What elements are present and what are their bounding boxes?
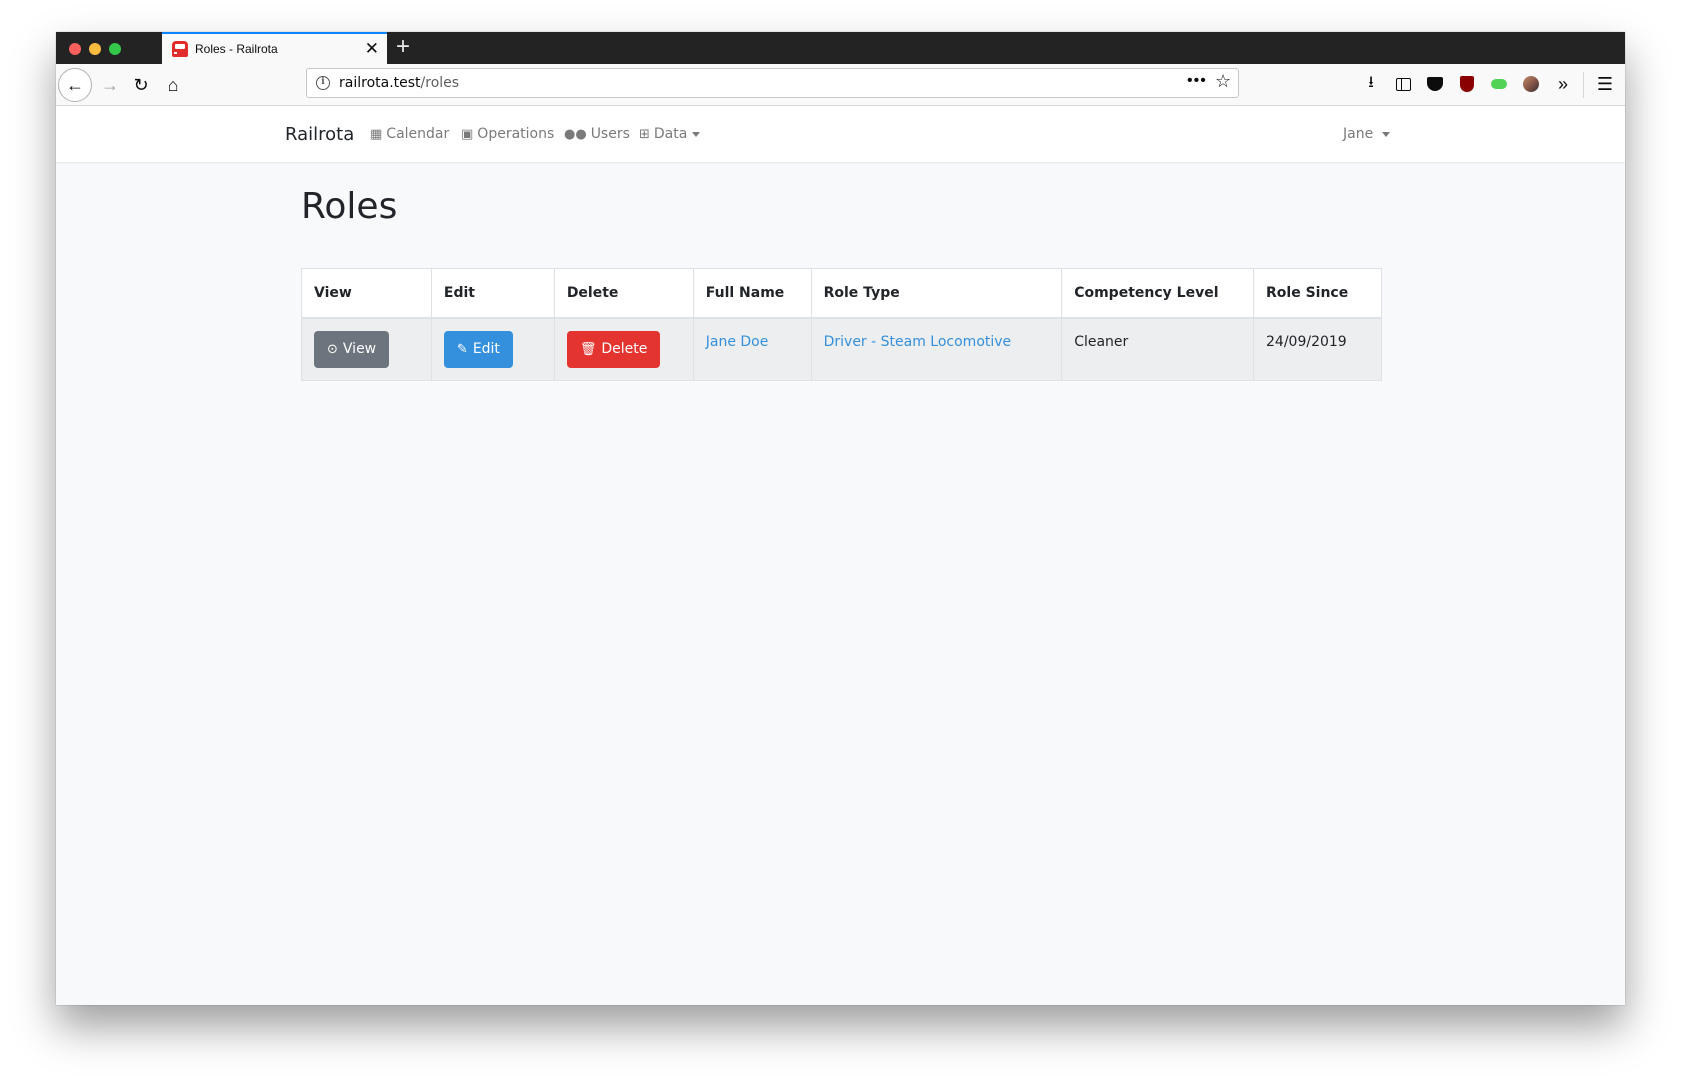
table-icon: ⊞ <box>639 126 650 142</box>
home-button[interactable]: ⌂ <box>156 68 190 102</box>
column-header: Delete <box>553 268 694 319</box>
column-header: Full Name <box>692 268 812 319</box>
view-button-label: View <box>342 341 377 358</box>
new-tab-button[interactable]: + <box>396 33 410 61</box>
overflow-menu-icon[interactable]: » <box>1552 73 1574 95</box>
roles-table: View Edit Delete Full Name Role Type Com… <box>301 268 1382 381</box>
full-name-link[interactable]: Jane Doe <box>706 334 769 350</box>
users-icon: ●● <box>564 126 587 142</box>
column-header: Edit <box>430 268 555 319</box>
nav-data-label: Data <box>653 126 688 142</box>
delete-button[interactable]: 🗑 Delete <box>566 330 661 368</box>
nav-calendar-label: Calendar <box>386 126 450 142</box>
site-info-icon[interactable]: i <box>316 76 330 90</box>
binoculars-icon: ⊙ <box>327 341 338 357</box>
nav-data-dropdown[interactable]: ⊞ Data <box>639 126 701 142</box>
forward-button[interactable]: → <box>93 68 127 102</box>
view-button[interactable]: ⊙ View <box>314 330 390 368</box>
nav-operations-label: Operations <box>477 126 555 142</box>
column-header: Role Type <box>810 268 1063 319</box>
address-bar[interactable]: i railrota.test/roles ••• ☆ <box>306 68 1239 98</box>
edit-button-label: Edit <box>472 341 500 358</box>
nav-users[interactable]: ●● Users <box>564 126 630 142</box>
browser-toolbar: ← → ↻ ⌂ i railrota.test/roles ••• ☆ ⭳ » … <box>56 64 1625 106</box>
close-tab-icon[interactable]: ✕ <box>365 39 379 59</box>
column-header: Role Since <box>1253 268 1382 319</box>
account-avatar-icon[interactable] <box>1520 73 1542 95</box>
toolbar-divider <box>1583 72 1584 98</box>
page-content: Railrota ▦ Calendar ▣ Operations ●● User… <box>56 106 1625 1005</box>
user-menu-dropdown[interactable]: Jane <box>1343 126 1391 142</box>
download-icon[interactable]: ⭳ <box>1360 73 1382 95</box>
competency-level-cell: Cleaner <box>1061 317 1254 381</box>
trash-icon: 🗑 <box>579 341 597 357</box>
url-path: /roles <box>420 75 460 91</box>
browser-window: Roles - Railrota ✕ + ← → ↻ ⌂ i railrota.… <box>56 32 1625 1005</box>
minimize-window-button[interactable] <box>89 43 101 55</box>
pocket-icon[interactable] <box>1424 73 1446 95</box>
brand-link[interactable]: Railrota <box>285 124 354 145</box>
chevron-down-icon <box>1382 131 1391 137</box>
url-text[interactable]: railrota.test/roles <box>339 75 459 91</box>
page-actions-icon[interactable]: ••• <box>1187 72 1207 90</box>
column-header: View <box>301 268 432 319</box>
close-window-button[interactable] <box>69 43 81 55</box>
url-host: railrota.test <box>339 75 421 91</box>
tab-title: Roles - Railrota <box>195 42 278 56</box>
edit-button[interactable]: ✎ Edit <box>443 330 513 368</box>
table-row: ⊙ View ✎ Edit 🗑 Delete Jane Doe Driver -… <box>301 317 1382 381</box>
user-name: Jane <box>1343 126 1374 142</box>
nav-operations[interactable]: ▣ Operations <box>461 126 554 142</box>
view-cell: ⊙ View <box>301 317 432 381</box>
page-title: Roles <box>301 186 398 227</box>
back-button[interactable]: ← <box>58 68 92 102</box>
column-header: Competency Level <box>1061 268 1254 319</box>
nav-calendar[interactable]: ▦ Calendar <box>370 126 449 142</box>
hamburger-menu-icon[interactable]: ☰ <box>1594 73 1616 95</box>
ublock-icon[interactable] <box>1456 73 1478 95</box>
tab-strip: Roles - Railrota ✕ + <box>56 32 1625 64</box>
role-since-cell: 24/09/2019 <box>1253 317 1382 381</box>
bookmark-star-icon[interactable]: ☆ <box>1215 71 1231 92</box>
edit-cell: ✎ Edit <box>430 317 555 381</box>
maximize-window-button[interactable] <box>109 43 121 55</box>
sidebar-icon[interactable] <box>1392 73 1414 95</box>
extension-icon[interactable] <box>1488 73 1510 95</box>
train-icon: ▣ <box>461 126 474 142</box>
nav-users-label: Users <box>590 126 630 142</box>
role-type-cell: Driver - Steam Locomotive <box>810 317 1063 381</box>
delete-button-label: Delete <box>601 341 648 358</box>
railrota-favicon-icon <box>172 41 192 57</box>
reload-button[interactable]: ↻ <box>124 68 158 102</box>
full-name-cell: Jane Doe <box>692 317 812 381</box>
calendar-icon: ▦ <box>370 126 383 142</box>
table-header-row: View Edit Delete Full Name Role Type Com… <box>301 268 1382 319</box>
app-navbar: Railrota ▦ Calendar ▣ Operations ●● User… <box>56 106 1625 162</box>
edit-icon: ✎ <box>456 341 468 357</box>
role-type-link[interactable]: Driver - Steam Locomotive <box>824 334 1012 350</box>
delete-cell: 🗑 Delete <box>553 317 694 381</box>
chevron-down-icon <box>692 131 701 137</box>
browser-tab[interactable]: Roles - Railrota ✕ <box>162 32 387 64</box>
